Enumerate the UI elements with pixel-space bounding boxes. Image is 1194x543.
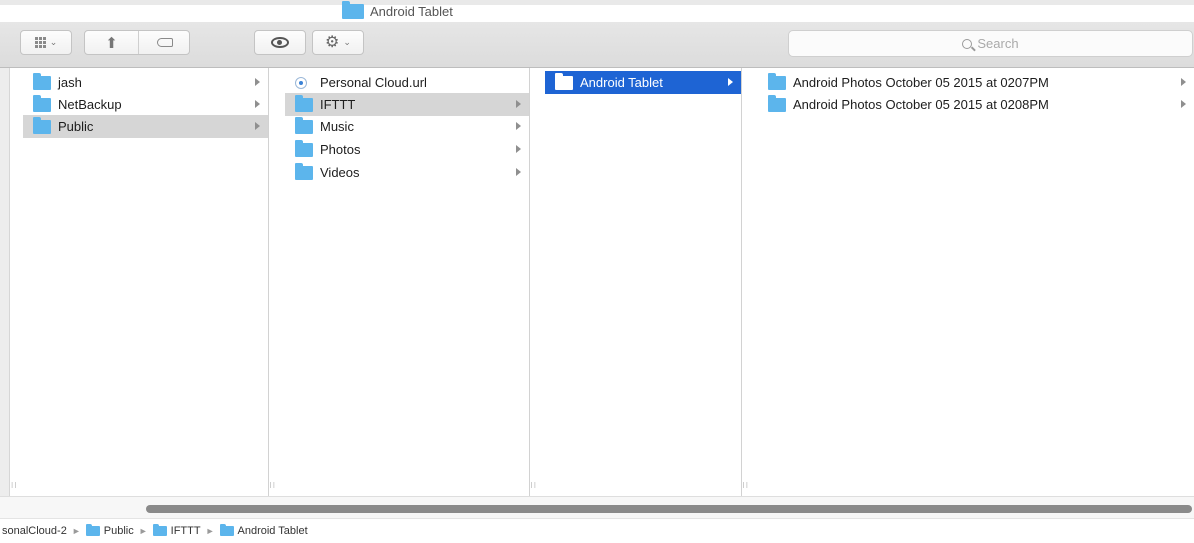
item-label: Android Photos October 05 2015 at 0207PM <box>793 75 1049 90</box>
share-tag-group: ⬆︎ <box>84 30 190 55</box>
folder-icon <box>33 94 51 112</box>
disclosure-arrow-icon <box>516 168 521 176</box>
item-label: Music <box>320 119 354 134</box>
list-item-music[interactable]: Music <box>285 115 529 138</box>
path-label: sonalCloud-2 <box>2 525 67 537</box>
column-resize-handle[interactable]: II <box>743 481 749 490</box>
folder-icon <box>342 1 364 19</box>
folder-icon <box>555 72 573 90</box>
browser-column-2[interactable]: Personal Cloud.url IFTTT Music Photos Vi… <box>285 68 536 496</box>
cropped-window-edge <box>0 0 1194 5</box>
tag-button[interactable] <box>139 38 191 47</box>
list-item-ifttt[interactable]: IFTTT <box>285 93 529 116</box>
share-icon: ⬆︎ <box>105 34 118 52</box>
list-item-android-photos-0208pm[interactable]: Android Photos October 05 2015 at 0208PM <box>758 93 1194 116</box>
folder-icon <box>152 524 167 536</box>
chevron-down-icon: ⌄ <box>49 37 58 47</box>
folder-icon <box>85 524 100 536</box>
path-separator-icon: ► <box>205 526 215 536</box>
item-label: Android Photos October 05 2015 at 0208PM <box>793 97 1049 112</box>
list-item-photos[interactable]: Photos <box>285 138 529 161</box>
path-label: Android Tablet <box>237 525 308 537</box>
tag-icon <box>157 38 173 47</box>
list-item-android-tablet[interactable]: Android Tablet <box>545 71 741 94</box>
disclosure-arrow-icon <box>255 122 260 130</box>
disclosure-arrow-icon <box>1181 100 1186 108</box>
disclosure-arrow-icon <box>255 78 260 86</box>
chevron-down-icon: ⌄ <box>343 37 351 47</box>
action-menu-button[interactable]: ⚙ ⌄ <box>312 30 364 55</box>
search-field[interactable]: Search <box>788 30 1193 57</box>
column-resize-handle[interactable]: II <box>531 481 537 490</box>
item-label: NetBackup <box>58 97 122 112</box>
eye-icon <box>271 37 289 48</box>
item-label: Public <box>58 119 94 134</box>
item-label: IFTTT <box>320 97 356 112</box>
column-resize-handle[interactable]: II <box>11 481 17 490</box>
window-title: Android Tablet <box>342 1 453 19</box>
path-item-android-tablet[interactable]: Android Tablet <box>219 524 308 537</box>
list-item-videos[interactable]: Videos <box>285 161 529 184</box>
path-bar: sonalCloud-2 ► Public ► IFTTT ► Android … <box>0 518 1194 543</box>
list-item-jash[interactable]: jash <box>23 71 268 94</box>
item-label: jash <box>58 75 82 90</box>
list-item-android-photos-0207pm[interactable]: Android Photos October 05 2015 at 0207PM <box>758 71 1194 94</box>
item-label: Android Tablet <box>580 75 663 90</box>
folder-icon <box>295 162 313 180</box>
list-item-netbackup[interactable]: NetBackup <box>23 93 268 116</box>
folder-icon <box>295 139 313 157</box>
path-item-personalcloud[interactable]: sonalCloud-2 <box>2 525 67 537</box>
list-item-public[interactable]: Public <box>23 115 268 138</box>
folder-icon <box>219 524 234 536</box>
search-placeholder: Search <box>977 36 1019 51</box>
disclosure-arrow-icon <box>516 122 521 130</box>
disclosure-arrow-icon <box>516 100 521 108</box>
item-label: Videos <box>320 165 360 180</box>
browser-column-4[interactable]: Android Photos October 05 2015 at 0207PM… <box>758 68 1194 496</box>
column-browser: jash NetBackup Public II II Personal Clo… <box>0 68 1194 496</box>
folder-icon <box>295 94 313 112</box>
sidebar-edge <box>0 68 10 496</box>
scrollbar-thumb[interactable] <box>146 505 1192 513</box>
path-separator-icon: ► <box>138 526 148 536</box>
title-bar: Android Tablet <box>0 0 1194 22</box>
window-title-label: Android Tablet <box>370 4 453 19</box>
item-label: Personal Cloud.url <box>320 75 427 90</box>
folder-icon <box>295 116 313 134</box>
path-separator-icon: ► <box>71 526 81 536</box>
folder-icon <box>33 116 51 134</box>
browser-column-1[interactable]: jash NetBackup Public II II <box>11 68 275 496</box>
url-file-icon <box>295 76 307 89</box>
view-options-button[interactable]: ⌄ <box>20 30 72 55</box>
list-item-personal-cloud-url[interactable]: Personal Cloud.url <box>285 71 529 94</box>
path-label: Public <box>103 525 134 537</box>
horizontal-scrollbar[interactable] <box>0 496 1194 518</box>
path-label: IFTTT <box>170 525 201 537</box>
disclosure-arrow-icon <box>516 145 521 153</box>
browser-column-3[interactable]: Android Tablet II <box>545 68 748 496</box>
folder-icon <box>768 72 786 90</box>
path-item-public[interactable]: Public <box>85 524 134 537</box>
disclosure-arrow-icon <box>728 78 733 86</box>
folder-icon <box>33 72 51 90</box>
disclosure-arrow-icon <box>1181 78 1186 86</box>
share-button[interactable]: ⬆︎ <box>85 34 138 52</box>
quick-look-button[interactable] <box>254 30 306 55</box>
grid-view-icon <box>34 37 46 48</box>
toolbar: ⌄ ⬆︎ ⚙ ⌄ Search <box>0 22 1194 68</box>
disclosure-arrow-icon <box>255 100 260 108</box>
search-icon <box>962 38 973 49</box>
item-label: Photos <box>320 142 361 157</box>
column-resize-handle[interactable]: II <box>270 481 276 490</box>
path-item-ifttt[interactable]: IFTTT <box>152 524 201 537</box>
folder-icon <box>768 94 786 112</box>
gear-icon: ⚙ <box>325 33 340 51</box>
